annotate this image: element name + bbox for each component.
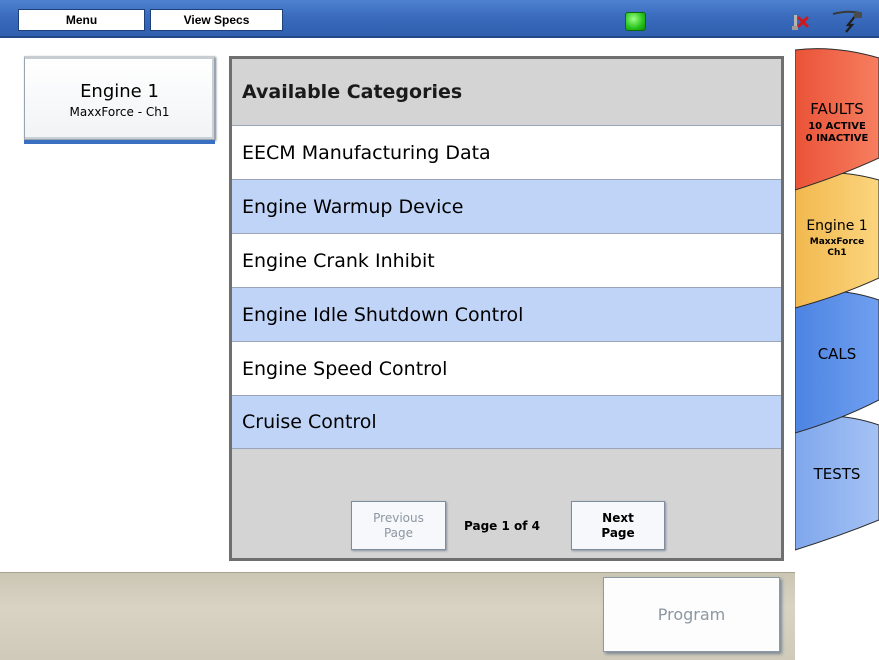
category-item[interactable]: Engine Warmup Device [232,179,781,233]
tab-tests-label: TESTS [813,465,861,483]
categories-header: Available Categories [232,59,781,125]
category-item[interactable]: Engine Idle Shutdown Control [232,287,781,341]
menu-button[interactable]: Menu [18,9,145,31]
side-tabs: FAULTS 10 ACTIVE 0 INACTIVE Engine 1 Max… [795,40,879,660]
pager: Previous Page Page 1 of 4 Next Page [232,497,781,550]
connector-icon[interactable] [830,9,866,33]
next-page-label-line1: Next [602,510,634,525]
top-toolbar: Menu View Specs [0,0,879,38]
disconnect-icon[interactable] [791,12,811,32]
bottom-bar: Program [0,572,795,660]
module-selected-indicator [24,140,215,144]
green-status-led-icon [625,12,646,31]
module-title: Engine 1 [80,81,159,102]
next-page-button[interactable]: Next Page [571,501,665,550]
previous-page-label-line1: Previous [373,510,424,525]
tab-tests[interactable]: TESTS [795,40,879,550]
category-item[interactable]: Engine Speed Control [232,341,781,395]
engine-module-button[interactable]: Engine 1 MaxxForce - Ch1 [24,56,215,140]
page-indicator: Page 1 of 4 [464,519,540,533]
next-page-label-line2: Page [601,525,635,540]
category-item[interactable]: Cruise Control [232,395,781,449]
module-subtitle: MaxxForce - Ch1 [69,105,170,119]
categories-panel: Available Categories EECM Manufacturing … [229,56,784,561]
category-item[interactable]: Engine Crank Inhibit [232,233,781,287]
view-specs-button[interactable]: View Specs [150,9,283,31]
previous-page-button[interactable]: Previous Page [351,501,446,550]
category-item[interactable]: EECM Manufacturing Data [232,125,781,179]
previous-page-label-line2: Page [383,525,414,540]
program-button[interactable]: Program [603,577,780,652]
